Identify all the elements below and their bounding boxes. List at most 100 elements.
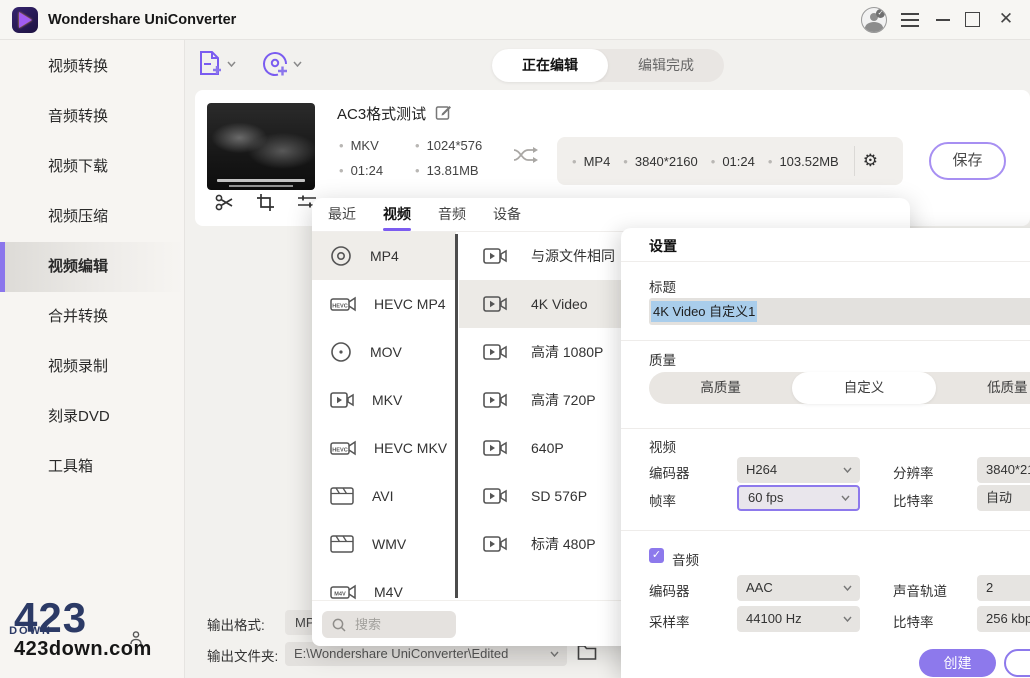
maximize-button[interactable] [965, 12, 980, 27]
format-item-m4v[interactable]: M4V M4V [312, 568, 456, 600]
resolution-label: 与源文件相同 [531, 246, 615, 266]
sidebar-item-toolbox[interactable]: 工具箱 [0, 442, 184, 492]
video-framerate-value: 60 fps [748, 490, 783, 505]
sidebar: 视频转换 音频转换 视频下载 视频压缩 视频编辑 合并转换 视频录制 刻录DVD… [0, 40, 185, 678]
svg-text:HEVC: HEVC [332, 304, 348, 310]
source-resolution: 1024*576 [415, 138, 482, 153]
minimize-button[interactable] [936, 19, 950, 21]
video-camera-icon [483, 294, 507, 314]
output-format-label: 输出格式: [207, 614, 265, 634]
search-box[interactable] [322, 611, 456, 638]
output-resolution: 3840*2160 [623, 154, 697, 169]
tab-video[interactable]: 视频 [383, 198, 411, 232]
svg-text:M4V: M4V [334, 592, 346, 598]
video-framerate-select[interactable]: 60 fps [737, 485, 860, 511]
account-avatar-icon[interactable]: ✓ [861, 7, 887, 33]
load-dvd-button[interactable] [261, 50, 302, 78]
format-list: MP4 HEVC HEVC MP4 MOV MKV HEVC HEVC MKV … [312, 232, 456, 600]
close-button[interactable]: ✕ [997, 8, 1015, 30]
format-label: WMV [372, 536, 406, 552]
format-item-avi[interactable]: AVI [312, 472, 456, 520]
resolution-label: 标清 480P [531, 534, 596, 554]
trim-scissors-icon[interactable] [215, 193, 234, 212]
titlebar: Wondershare UniConverter ✓ ✕ [0, 0, 1030, 40]
tab-editing[interactable]: 正在编辑 [492, 49, 608, 82]
video-resolution-value[interactable]: 3840*2160 [977, 457, 1030, 483]
resolution-label: 4K Video [531, 296, 588, 312]
sidebar-item-burn-dvd[interactable]: 刻录DVD [0, 392, 184, 442]
create-button[interactable]: 创建 [919, 649, 996, 677]
format-label: MKV [372, 392, 402, 408]
format-item-mov[interactable]: MOV [312, 328, 456, 376]
sidebar-item-screen-record[interactable]: 视频录制 [0, 342, 184, 392]
crop-icon[interactable] [256, 193, 275, 212]
add-file-button[interactable] [197, 50, 236, 78]
quality-low[interactable]: 低质量 [936, 372, 1030, 404]
video-camera-icon [483, 246, 507, 266]
edit-tools [215, 193, 317, 212]
tab-recent[interactable]: 最近 [328, 198, 356, 232]
format-item-wmv[interactable]: WMV [312, 520, 456, 568]
menu-icon[interactable] [901, 13, 919, 27]
audio-samplerate-select[interactable]: 44100 Hz [737, 606, 860, 632]
format-item-hevc-mkv[interactable]: HEVC HEVC MKV [312, 424, 456, 472]
tab-audio[interactable]: 音频 [438, 198, 466, 232]
audio-channels-label: 声音轨道 [893, 580, 947, 600]
video-thumbnail[interactable] [207, 103, 315, 190]
output-duration: 01:24 [711, 154, 755, 169]
video-bitrate-label: 比特率 [893, 490, 934, 510]
clapperboard-icon [330, 534, 354, 554]
save-button[interactable]: 保存 [929, 142, 1006, 180]
audio-bitrate-value[interactable]: 256 kbps [977, 606, 1030, 632]
sidebar-item-video-compress[interactable]: 视频压缩 [0, 192, 184, 242]
audio-channels-value[interactable]: 2 [977, 575, 1030, 601]
search-input[interactable] [355, 617, 445, 632]
sidebar-item-video-download[interactable]: 视频下载 [0, 142, 184, 192]
tab-device[interactable]: 设备 [493, 198, 521, 232]
watermark: 423DOWN 423down.com [14, 598, 174, 660]
video-framerate-label: 帧率 [649, 490, 676, 510]
sidebar-item-audio-convert[interactable]: 音频转换 [0, 92, 184, 142]
sidebar-item-video-convert[interactable]: 视频转换 [0, 42, 184, 92]
chevron-down-icon [227, 61, 236, 67]
video-resolution-label: 分辨率 [893, 462, 934, 482]
video-section-label: 视频 [649, 436, 676, 456]
hevc-badge-icon: HEVC [330, 293, 356, 315]
format-item-hevc-mp4[interactable]: HEVC HEVC MP4 [312, 280, 456, 328]
audio-bitrate-label: 比特率 [893, 611, 934, 631]
source-size: 13.81MB [415, 163, 479, 178]
format-label: MOV [370, 344, 402, 360]
video-camera-icon [483, 438, 507, 458]
app-logo-icon [12, 7, 38, 33]
output-folder-path: E:\Wondershare UniConverter\Edited [294, 646, 508, 661]
resolution-label: SD 576P [531, 488, 587, 504]
source-info-row1: MKV 1024*576 [339, 138, 482, 153]
format-item-mp4[interactable]: MP4 [312, 232, 456, 280]
rename-icon[interactable] [435, 104, 452, 121]
sidebar-item-merge-convert[interactable]: 合并转换 [0, 292, 184, 342]
format-label: AVI [372, 488, 394, 504]
format-popup-tabs: 最近 视频 音频 设备 [312, 198, 910, 232]
audio-checkbox[interactable]: ✓ [649, 548, 664, 563]
sidebar-item-video-edit[interactable]: 视频编辑 [0, 242, 184, 292]
secondary-action-button[interactable] [1004, 649, 1030, 677]
output-folder-label: 输出文件夹: [207, 645, 278, 665]
quality-high[interactable]: 高质量 [649, 372, 792, 404]
m4v-badge-icon: M4V [330, 581, 356, 600]
output-settings-gear-icon[interactable]: ⚙ [859, 151, 882, 171]
format-item-mkv[interactable]: MKV [312, 376, 456, 424]
quality-segmented-control: 高质量 自定义 低质量 [649, 372, 1030, 404]
quality-custom[interactable]: 自定义 [792, 372, 935, 404]
video-camera-icon [483, 342, 507, 362]
format-list-scrollbar[interactable] [455, 234, 458, 598]
video-encoder-select[interactable]: H264 [737, 457, 860, 483]
audio-encoder-label: 编码器 [649, 580, 690, 600]
tab-edit-done[interactable]: 编辑完成 [608, 49, 724, 82]
output-info-box: MP4 3840*2160 01:24 103.52MB ⚙ [557, 137, 903, 185]
audio-encoder-select[interactable]: AAC [737, 575, 860, 601]
resolution-label: 高清 720P [531, 390, 596, 410]
title-input[interactable]: 4K Video 自定义1 [649, 298, 1030, 325]
contact-icon[interactable] [128, 630, 144, 646]
svg-text:HEVC: HEVC [332, 448, 348, 454]
video-bitrate-value[interactable]: 自动 [977, 485, 1030, 511]
